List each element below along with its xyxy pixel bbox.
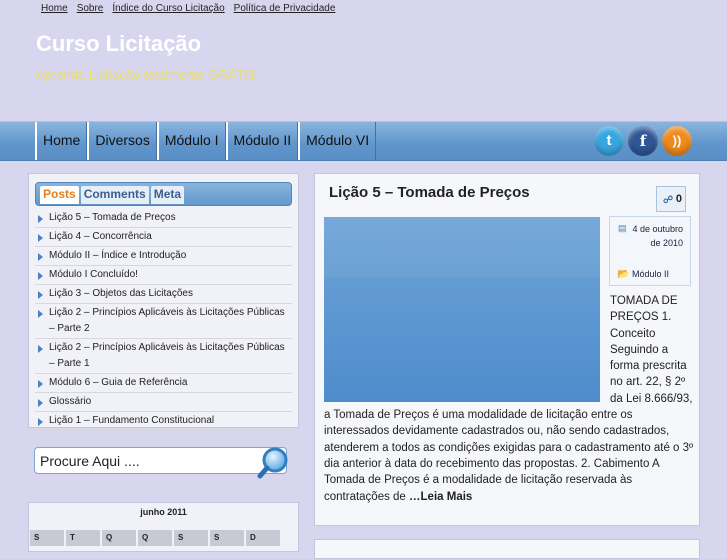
- top-link-sobre[interactable]: Sobre: [77, 3, 104, 14]
- comment-count: 0: [675, 193, 682, 205]
- calendar-day-header: S: [30, 530, 64, 546]
- list-item[interactable]: Lição 1 – Fundamento Constitucional: [35, 412, 292, 431]
- rss-icon[interactable]: )): [662, 126, 692, 156]
- list-item[interactable]: Lição 3 – Objetos das Licitações: [35, 285, 292, 304]
- recent-posts-list: Lição 5 – Tomada de Preços Lição 4 – Con…: [35, 209, 292, 431]
- list-item[interactable]: Lição 2 – Princípios Aplicáveis às Licit…: [35, 339, 292, 374]
- post-title[interactable]: Lição 5 – Tomada de Preços: [329, 184, 530, 201]
- twitter-icon[interactable]: t: [594, 126, 624, 156]
- read-more-link[interactable]: …Leia Mais: [409, 491, 472, 503]
- social-icons: t f )): [594, 126, 692, 156]
- list-item[interactable]: Lição 2 – Princípios Aplicáveis às Licit…: [35, 304, 292, 339]
- search-placeholder: Procure Aqui ....: [40, 453, 140, 469]
- nav-item-diversos[interactable]: Diversos: [87, 122, 157, 160]
- sidebar-tabs-widget: Posts Comments Meta Lição 5 – Tomada de …: [28, 173, 299, 431]
- post-date: 4 de outubro de 2010: [632, 224, 683, 248]
- comment-icon: ☍: [663, 195, 674, 206]
- nav-item-modulo-ii[interactable]: Módulo II: [225, 122, 299, 160]
- tab-meta[interactable]: Meta: [150, 186, 185, 204]
- post-meta: ▤ 4 de outubro de 2010 📂 Módulo II: [609, 216, 691, 286]
- search-icon[interactable]: [257, 445, 291, 479]
- list-item[interactable]: Módulo II – Índice e Introdução: [35, 247, 292, 266]
- calendar-day-header: Q: [102, 530, 136, 546]
- nav-item-modulo-vi[interactable]: Módulo VI: [298, 122, 377, 160]
- sidebar-tab-bar: Posts Comments Meta: [35, 182, 292, 206]
- list-item[interactable]: Módulo I Concluído!: [35, 266, 292, 285]
- site-title[interactable]: Curso Licitação: [36, 31, 201, 57]
- main-nav: Home Diversos Módulo I Módulo II Módulo …: [35, 122, 377, 160]
- folder-icon: 📂: [617, 269, 630, 280]
- top-links: Home Sobre Índice do Curso Licitação Políti…: [41, 3, 344, 14]
- calendar-day-header: S: [210, 530, 244, 546]
- list-item[interactable]: Lição 4 – Concorrência: [35, 228, 292, 247]
- post-category[interactable]: Módulo II: [632, 269, 669, 279]
- top-link-home[interactable]: Home: [41, 3, 68, 14]
- calendar-weekdays: S T Q Q S S D: [30, 530, 280, 546]
- calendar-day-header: D: [246, 530, 280, 546]
- calendar-caption: junho 2011: [140, 507, 187, 517]
- top-link-privacidade[interactable]: Política de Privacidade: [234, 3, 336, 14]
- list-item[interactable]: Glossário: [35, 393, 292, 412]
- facebook-icon[interactable]: f: [628, 126, 658, 156]
- search-input[interactable]: Procure Aqui ....: [34, 447, 287, 474]
- post-article: Lição 5 – Tomada de Preços ☍ 0 ▤ 4 de ou…: [314, 173, 700, 526]
- calendar-day-header: T: [66, 530, 100, 546]
- list-item[interactable]: Módulo 6 – Guia de Referência: [35, 374, 292, 393]
- site-tagline: Aprenda Licitação totalmente GRÁTIS: [36, 67, 257, 82]
- post-excerpt: TOMADA DE PREÇOS 1. Conceito Seguindo a …: [324, 293, 694, 505]
- list-item[interactable]: Lição 5 – Tomada de Preços: [35, 209, 292, 228]
- tab-comments[interactable]: Comments: [80, 186, 149, 204]
- nav-item-home[interactable]: Home: [35, 122, 88, 160]
- main-navbar: Home Diversos Módulo I Módulo II Módulo …: [0, 121, 727, 161]
- top-link-indice[interactable]: Índice do Curso Licitação: [112, 3, 224, 14]
- tab-posts[interactable]: Posts: [40, 186, 79, 204]
- calendar-day-header: Q: [138, 530, 172, 546]
- next-post-box: [314, 539, 700, 559]
- comment-count-badge[interactable]: ☍ 0: [656, 186, 686, 212]
- nav-item-modulo-i[interactable]: Módulo I: [156, 122, 226, 160]
- calendar-day-header: S: [174, 530, 208, 546]
